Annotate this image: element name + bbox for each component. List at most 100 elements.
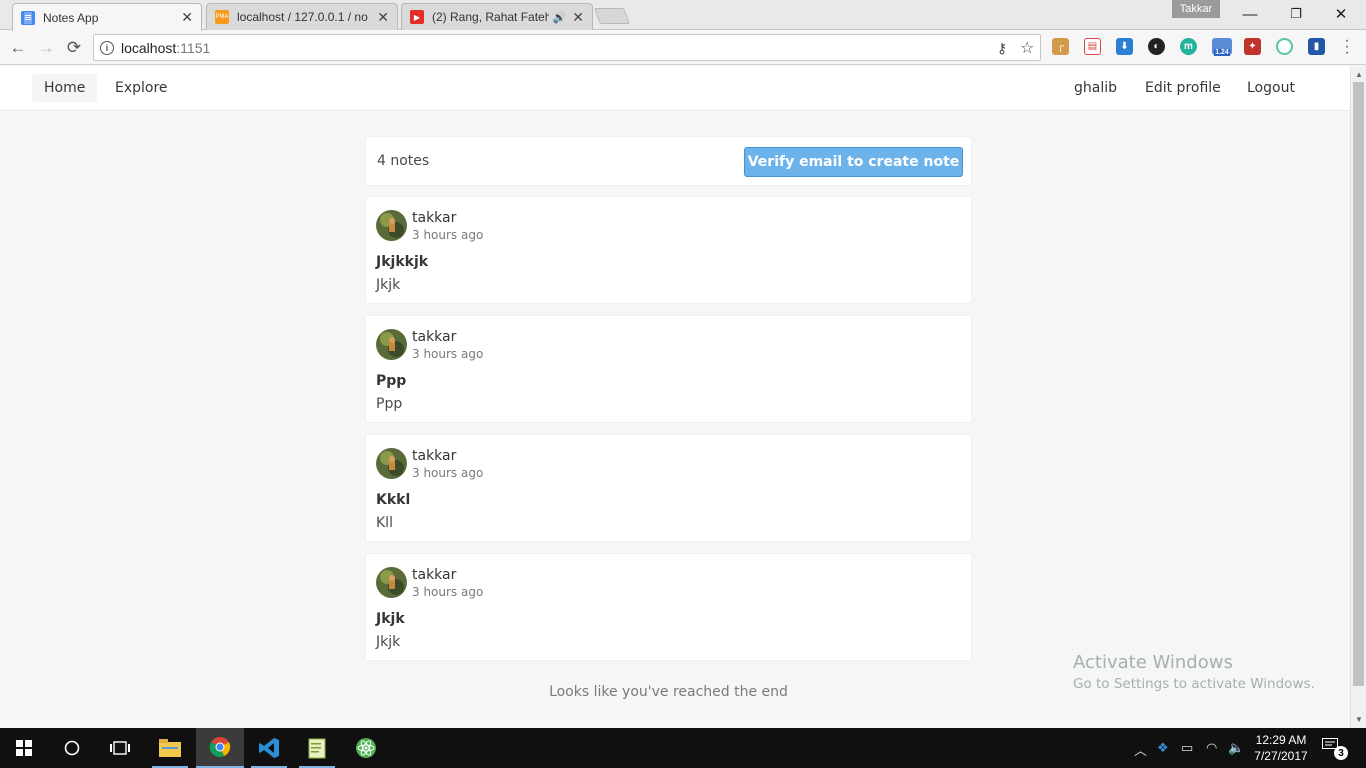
audio-playing-icon[interactable]: 🔊 <box>553 11 567 24</box>
note-card: takkar 3 hours ago Jkjk Jkjk <box>365 553 972 661</box>
app-navbar: Home Explore ghalib Edit profile Logout <box>0 66 1350 111</box>
tab-notes-app[interactable]: Notes App ✕ <box>12 3 202 31</box>
atom-icon[interactable] <box>342 728 390 768</box>
url-port: :1151 <box>176 39 211 56</box>
activate-windows-watermark: Activate Windows Go to Settings to activ… <box>1073 652 1315 692</box>
minimize-icon[interactable]: — <box>1227 0 1273 28</box>
nav-username[interactable]: ghalib <box>1062 74 1129 102</box>
nav-home[interactable]: Home <box>32 74 98 102</box>
note-body: Jkjk <box>376 634 401 650</box>
note-time: 3 hours ago <box>412 228 484 242</box>
reload-icon[interactable]: ⟳ <box>62 36 86 60</box>
browser-toolbar: ← → ⟳ i localhost:1151 ⚷ ☆ ┌ ▤ ⬇ ◐ m 1.2… <box>0 30 1366 65</box>
tab-phpmyadmin[interactable]: PMA localhost / 127.0.0.1 / no ✕ <box>206 3 398 30</box>
note-title: Kkkl <box>376 492 411 508</box>
file-explorer-icon[interactable] <box>146 728 194 768</box>
scroll-down-arrow-icon[interactable]: ▼ <box>1351 712 1366 726</box>
page-viewport: Home Explore ghalib Edit profile Logout … <box>0 66 1350 728</box>
new-tab-button[interactable] <box>594 8 630 24</box>
browser-tab-strip: Notes App ✕ PMA localhost / 127.0.0.1 / … <box>0 0 1366 31</box>
nav-logout[interactable]: Logout <box>1235 74 1307 102</box>
action-center-icon[interactable]: 3 <box>1322 738 1348 760</box>
avatar[interactable] <box>376 210 407 241</box>
clock-date: 7/27/2017 <box>1254 749 1308 763</box>
scrollbar-thumb[interactable] <box>1353 82 1364 686</box>
profile-name[interactable]: Takkar <box>1172 0 1220 18</box>
youtube-icon: ▶ <box>410 10 424 24</box>
back-arrow-icon[interactable]: ← <box>6 36 30 60</box>
windows-start-icon[interactable] <box>0 728 48 768</box>
calendar-extension-icon[interactable]: ▤ <box>1084 38 1101 55</box>
window-close-icon[interactable]: ✕ <box>1318 0 1364 28</box>
note-body: Ppp <box>376 396 403 412</box>
bookmark-extension-icon[interactable]: ▮ <box>1308 38 1325 55</box>
note-title: Jkjk <box>376 611 405 627</box>
notification-count-badge: 3 <box>1334 746 1348 760</box>
note-body: Kll <box>376 515 393 531</box>
note-title: Ppp <box>376 373 407 389</box>
note-author[interactable]: takkar <box>412 210 456 226</box>
note-time: 3 hours ago <box>412 466 484 480</box>
nav-explore[interactable]: Explore <box>103 74 180 102</box>
tab-title: localhost / 127.0.0.1 / no <box>237 10 368 24</box>
tab-title: (2) Rang, Rahat Fateh <box>432 10 549 24</box>
tab-title: Notes App <box>43 10 99 25</box>
system-clock[interactable]: 12:29 AM 7/27/2017 <box>1242 732 1320 764</box>
m-extension-icon[interactable]: m <box>1180 38 1197 55</box>
show-hidden-icons-icon[interactable]: ︿ <box>1134 740 1147 759</box>
watermark-line1: Activate Windows <box>1073 652 1233 673</box>
url-host: localhost <box>121 39 177 56</box>
note-card: takkar 3 hours ago Ppp Ppp <box>365 315 972 423</box>
restore-icon[interactable]: ❐ <box>1273 0 1319 28</box>
browser-menu-icon[interactable]: · · · <box>1342 33 1352 61</box>
bookmark-star-icon[interactable]: ☆ <box>1020 38 1034 58</box>
document-icon <box>21 10 35 25</box>
extension-icon[interactable]: ◐ <box>1148 38 1165 55</box>
note-author[interactable]: takkar <box>412 567 456 583</box>
task-view-icon[interactable] <box>96 728 144 768</box>
verify-email-button[interactable]: Verify email to create note <box>744 147 963 177</box>
note-time: 3 hours ago <box>412 585 484 599</box>
speed-extension-icon[interactable]: 1.24 <box>1212 38 1232 56</box>
extension-icon[interactable] <box>1276 38 1293 55</box>
page-scrollbar[interactable]: ▲ ▼ <box>1350 66 1366 728</box>
extension-icon[interactable]: ✦ <box>1244 38 1261 55</box>
avatar[interactable] <box>376 567 407 598</box>
watermark-line2: Go to Settings to activate Windows. <box>1073 676 1315 692</box>
chrome-icon[interactable] <box>196 728 244 768</box>
tab-youtube[interactable]: ▶ (2) Rang, Rahat Fateh 🔊 ✕ <box>401 3 593 30</box>
end-of-list-message: Looks like you've reached the end <box>549 684 788 700</box>
note-title: Jkjkkjk <box>376 254 429 270</box>
note-card: takkar 3 hours ago Jkjkkjk Jkjk <box>365 196 972 304</box>
key-icon[interactable]: ⚷ <box>997 40 1007 57</box>
address-bar[interactable]: i localhost:1151 ⚷ ☆ <box>93 34 1041 61</box>
phpmyadmin-icon: PMA <box>215 10 229 24</box>
close-tab-icon[interactable]: ✕ <box>181 9 193 26</box>
vscode-icon[interactable] <box>245 728 293 768</box>
site-info-icon[interactable]: i <box>100 40 114 55</box>
note-author[interactable]: takkar <box>412 448 456 464</box>
note-card: takkar 3 hours ago Kkkl Kll <box>365 434 972 542</box>
clock-time: 12:29 AM <box>1255 733 1307 747</box>
forward-arrow-icon[interactable]: → <box>34 36 58 60</box>
extension-badge: 1.24 <box>1214 49 1230 56</box>
close-tab-icon[interactable]: ✕ <box>377 9 389 26</box>
notes-count: 4 notes <box>377 153 430 169</box>
notes-header: 4 notes Verify email to create note <box>365 136 972 186</box>
note-author[interactable]: takkar <box>412 329 456 345</box>
note-body: Jkjk <box>376 277 401 293</box>
close-tab-icon[interactable]: ✕ <box>572 9 584 26</box>
battery-icon[interactable]: ▭ <box>1181 740 1193 756</box>
cortana-search-icon[interactable] <box>48 728 96 768</box>
nav-edit-profile[interactable]: Edit profile <box>1133 74 1233 102</box>
avatar[interactable] <box>376 329 407 360</box>
windows-taskbar: ︿ ❖ ▭ ◠ 🔈 12:29 AM 7/27/2017 3 <box>0 728 1366 768</box>
scroll-up-arrow-icon[interactable]: ▲ <box>1351 67 1366 81</box>
extension-icon[interactable]: ┌ <box>1052 38 1069 55</box>
notepad-plus-icon[interactable] <box>293 728 341 768</box>
wifi-icon[interactable]: ◠ <box>1206 740 1217 756</box>
note-time: 3 hours ago <box>412 347 484 361</box>
dropbox-icon[interactable]: ❖ <box>1157 740 1169 756</box>
avatar[interactable] <box>376 448 407 479</box>
download-extension-icon[interactable]: ⬇ <box>1116 38 1133 55</box>
